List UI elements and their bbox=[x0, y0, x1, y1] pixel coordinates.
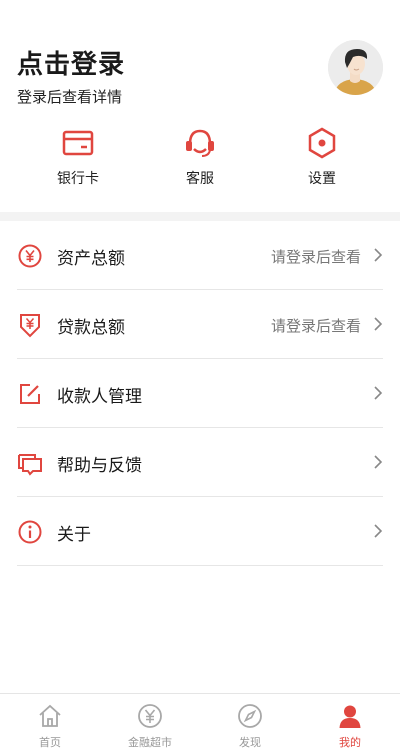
menu-item-help-feedback[interactable]: 帮助与反馈 bbox=[17, 428, 383, 497]
menu-label: 关于 bbox=[57, 525, 91, 545]
profile-header[interactable]: 点击登录 登录后查看详情 bbox=[0, 0, 400, 110]
menu-value: 请登录后查看 bbox=[270, 248, 361, 266]
tab-financial-market[interactable]: 金融超市 bbox=[100, 694, 200, 755]
quick-actions: 银行卡 客服 设置 bbox=[0, 124, 400, 194]
edit-icon bbox=[20, 384, 40, 404]
menu-list: 资产总额 请登录后查看 贷款总额 请登录后查看 收款人管理 帮助与反馈 关于 bbox=[17, 221, 383, 566]
yuan-icon bbox=[138, 704, 162, 728]
chevron-right-icon bbox=[374, 386, 383, 400]
settings-icon bbox=[308, 127, 336, 159]
menu-label: 贷款总额 bbox=[57, 318, 125, 338]
tab-label: 我的 bbox=[339, 736, 361, 749]
menu-item-about[interactable]: 关于 bbox=[17, 497, 383, 566]
quick-action-bank-card[interactable]: 银行卡 bbox=[17, 124, 139, 194]
menu-label: 帮助与反馈 bbox=[57, 456, 142, 476]
menu-item-assets[interactable]: 资产总额 请登录后查看 bbox=[17, 221, 383, 290]
quick-action-label: 银行卡 bbox=[57, 171, 99, 187]
login-title[interactable]: 点击登录 bbox=[17, 44, 125, 81]
login-subtitle: 登录后查看详情 bbox=[17, 88, 123, 106]
menu-label: 收款人管理 bbox=[57, 387, 142, 407]
section-divider bbox=[0, 212, 400, 221]
menu-item-payee-management[interactable]: 收款人管理 bbox=[17, 359, 383, 428]
menu-label: 资产总额 bbox=[57, 249, 125, 269]
menu-item-loans[interactable]: 贷款总额 请登录后查看 bbox=[17, 290, 383, 359]
tab-label: 金融超市 bbox=[128, 736, 172, 749]
avatar[interactable] bbox=[328, 40, 383, 95]
chevron-right-icon bbox=[374, 317, 383, 331]
bank-card-icon bbox=[62, 130, 94, 156]
chat-icon bbox=[18, 454, 42, 476]
bottom-tab-bar: 首页 金融超市 发现 我的 bbox=[0, 693, 400, 755]
tab-label: 发现 bbox=[239, 736, 261, 749]
chevron-right-icon bbox=[374, 524, 383, 538]
yuan-circle-icon bbox=[18, 244, 42, 268]
avatar-image bbox=[328, 40, 383, 95]
compass-icon bbox=[238, 704, 262, 728]
chevron-right-icon bbox=[374, 248, 383, 262]
quick-action-customer-service[interactable]: 客服 bbox=[139, 124, 261, 194]
user-icon bbox=[339, 705, 361, 728]
quick-action-settings[interactable]: 设置 bbox=[261, 124, 383, 194]
customer-service-icon bbox=[186, 129, 214, 157]
home-icon bbox=[39, 704, 61, 727]
tab-home[interactable]: 首页 bbox=[0, 694, 100, 755]
quick-action-label: 设置 bbox=[308, 171, 336, 187]
tab-discover[interactable]: 发现 bbox=[200, 694, 300, 755]
loan-icon bbox=[20, 314, 40, 338]
tab-label: 首页 bbox=[39, 736, 61, 749]
menu-value: 请登录后查看 bbox=[270, 317, 361, 335]
tab-mine[interactable]: 我的 bbox=[300, 694, 400, 755]
chevron-right-icon bbox=[374, 455, 383, 469]
info-icon bbox=[18, 520, 42, 544]
quick-action-label: 客服 bbox=[186, 171, 214, 187]
